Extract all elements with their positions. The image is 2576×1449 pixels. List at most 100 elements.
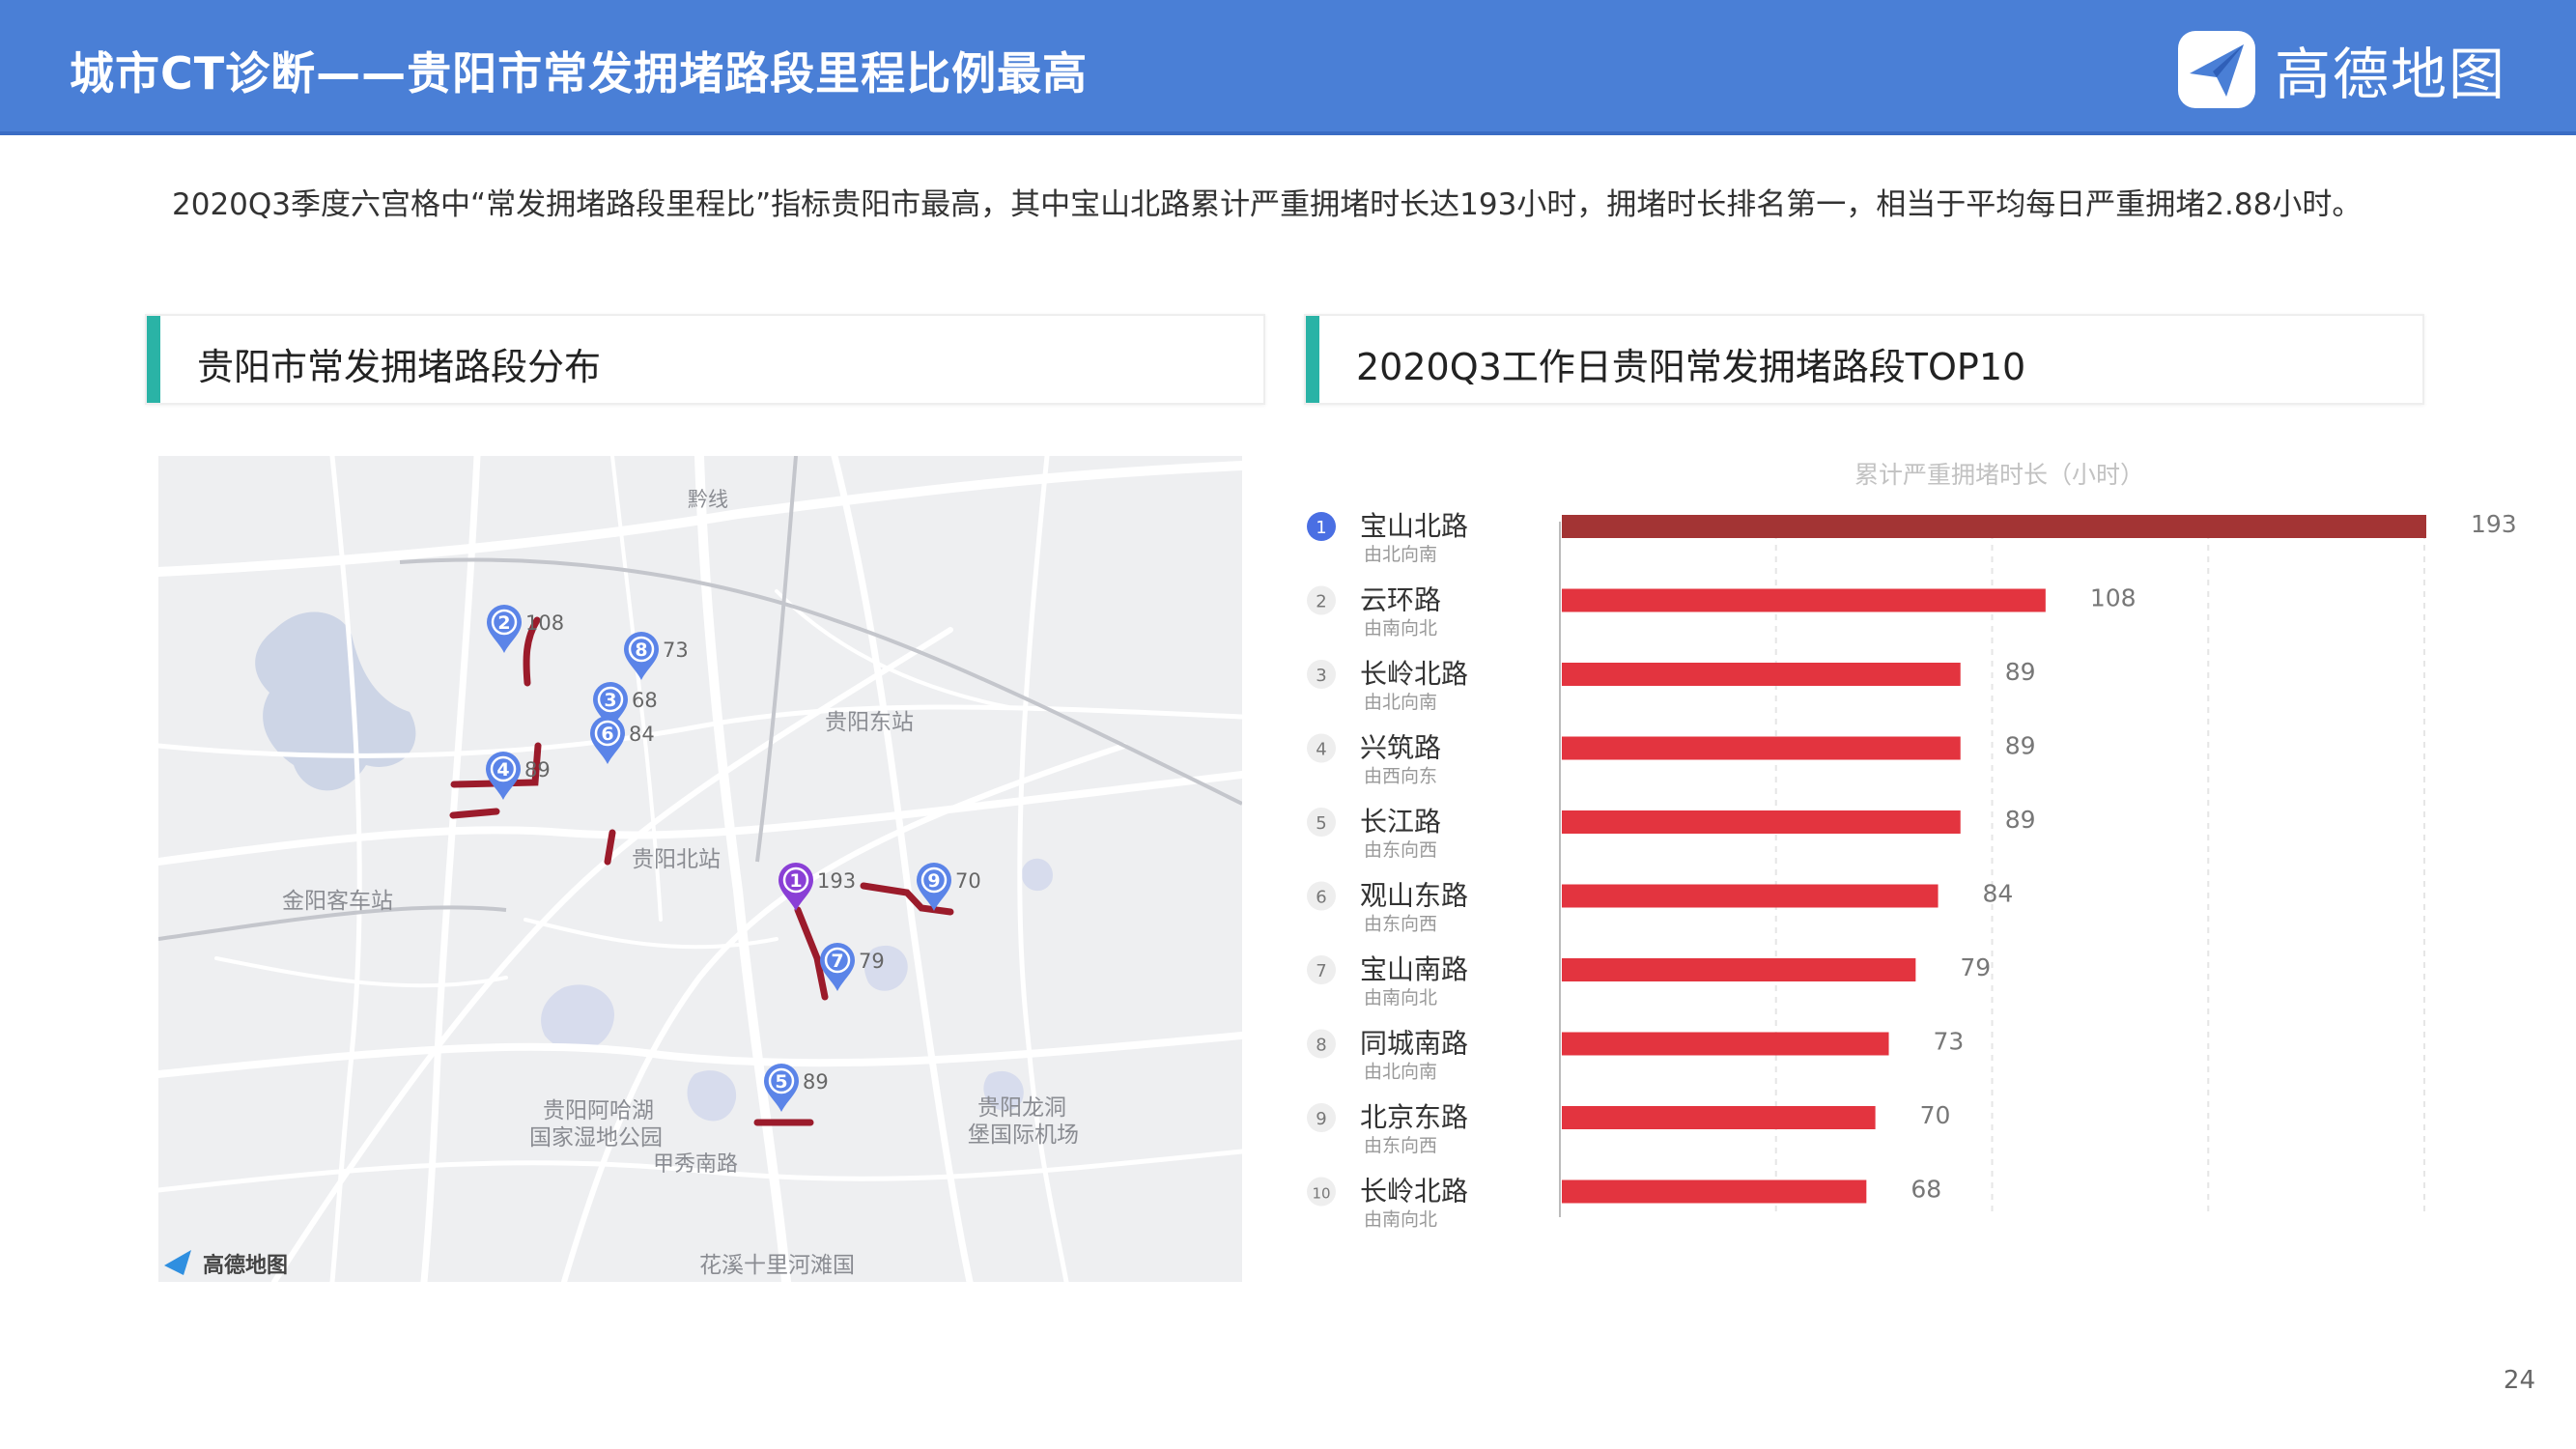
map-pin[interactable]: 9 70 [917,863,981,911]
rank-number: 5 [1316,813,1326,834]
chart-row: 3 长岭北路由北向南 89 [1307,658,2036,713]
pin-value: 70 [955,869,981,893]
chart-row: 7 宝山南路由南向北 79 [1307,953,1991,1009]
amap-logo-icon [2177,31,2255,108]
pin-value: 108 [525,611,564,635]
value-label: 89 [2005,806,2036,834]
section-accent-bar [1306,316,1319,403]
bar [1562,958,1916,981]
direction-label: 由东向西 [1364,914,1437,935]
category-label: 同城南路 [1360,1028,1468,1060]
value-label: 108 [2090,584,2137,612]
lake-shape [1021,858,1053,892]
value-label: 89 [2005,658,2036,686]
value-label: 68 [1911,1176,1941,1204]
map-pin[interactable]: 1 193 [778,863,856,911]
pin-value: 84 [629,723,655,746]
value-label: 84 [1983,880,2014,908]
category-label: 长江路 [1360,806,1441,838]
direction-label: 由东向西 [1364,1135,1437,1156]
rank-number: 2 [1316,592,1326,612]
label-jinyang-bus: 金阳客车站 [282,889,393,914]
right-section-title: 2020Q3工作日贵阳常发拥堵路段TOP10 [1356,346,2026,388]
rank-number: 6 [1316,888,1326,908]
value-label: 193 [2471,510,2517,538]
pin-rank: 2 [497,612,510,634]
direction-label: 由北向南 [1364,1062,1437,1083]
amap-watermark-icon [164,1250,191,1275]
chart-axis-title: 累计严重拥堵时长（小时） [1854,461,2144,489]
congestion-map[interactable]: 贵阳东站 贵阳北站 金阳客车站 贵阳阿哈湖 国家湿地公园 贵阳龙洞 堡国际机场 … [158,456,1242,1282]
label-airport-2: 堡国际机场 [968,1122,1079,1148]
lake-shape [255,611,416,791]
rank-number: 9 [1316,1109,1326,1129]
chart-row: 9 北京东路由东向西 70 [1307,1101,1950,1156]
bar [1562,1179,1867,1204]
map-canvas: 贵阳东站 贵阳北站 金阳客车站 贵阳阿哈湖 国家湿地公园 贵阳龙洞 堡国际机场 … [158,456,1242,1282]
category-label: 北京东路 [1360,1101,1468,1133]
left-section-title: 贵阳市常发拥堵路段分布 [197,346,602,388]
chart-row: 5 长江路由东向西 89 [1307,806,2036,861]
map-pin[interactable]: 4 89 [486,752,551,800]
summary-text: 2020Q3季度六宫格中“常发拥堵路段里程比”指标贵阳市最高，其中宝山北路累计严… [172,187,2363,222]
value-label: 73 [1934,1028,1965,1056]
header-bar: 城市CT诊断——贵阳市常发拥堵路段里程比例最高 高德地图 [0,0,2576,135]
map-pin[interactable]: 8 73 [624,632,689,680]
rank-number: 10 [1312,1185,1330,1203]
pin-rank: 7 [831,951,843,972]
rank-number: 8 [1316,1036,1326,1056]
page-title: 城市CT诊断——贵阳市常发拥堵路段里程比例最高 [70,47,1089,99]
label-guiyang-east: 贵阳东站 [825,710,914,735]
value-label: 89 [2005,732,2036,760]
category-label: 长岭北路 [1360,1176,1468,1208]
right-section-header: 2020Q3工作日贵阳常发拥堵路段TOP10 [1304,314,2424,405]
bar [1562,663,1961,686]
chart-row: 2 云环路由南向北 108 [1307,584,2137,639]
page-number: 24 [2503,1366,2535,1395]
bar [1562,1032,1889,1056]
direction-label: 由西向东 [1364,766,1437,787]
bar [1562,736,1961,760]
label-guiyang-north: 贵阳北站 [632,847,721,872]
bar [1562,884,1939,908]
lake-shape [687,1070,737,1122]
rank-number: 4 [1316,740,1326,760]
label-ahahu-1: 贵阳阿哈湖 [543,1098,654,1123]
svg-text:高德地图: 高德地图 [203,1253,288,1278]
pin-value: 68 [632,689,658,712]
pin-value: 89 [803,1070,829,1094]
pin-value: 73 [663,639,689,662]
bar [1562,1106,1876,1129]
label-bottom: 花溪十里河滩国 [699,1253,855,1278]
pin-rank: 5 [775,1071,787,1093]
direction-label: 由南向北 [1364,618,1437,639]
chart-canvas: 累计严重拥堵时长（小时） 1 宝山北路由北向南1932 云环路由南向北1083 长岭北… [1307,461,2517,1231]
pin-rank: 6 [601,724,613,745]
bar [1562,588,2046,612]
category-label: 宝山南路 [1360,953,1468,985]
label-ahahu-2: 国家湿地公园 [529,1125,663,1151]
rank-number: 3 [1316,666,1326,686]
chart-row: 6 观山东路由东向西 84 [1307,880,2013,935]
pin-rank: 8 [635,639,647,661]
bar [1562,515,2426,538]
chart-row: 8 同城南路由北向南 73 [1307,1028,1964,1083]
category-label: 宝山北路 [1360,510,1468,542]
map-pin[interactable]: 5 89 [764,1064,829,1112]
chart-rows: 1 宝山北路由北向南1932 云环路由南向北1083 长岭北路由北向南894 兴筑路由西… [1307,510,2517,1231]
pin-value: 89 [524,758,551,781]
category-label: 长岭北路 [1360,658,1468,690]
direction-label: 由东向西 [1364,839,1437,861]
value-label: 70 [1920,1101,1951,1129]
label-jiaxiu: 甲秀南路 [653,1152,738,1177]
brand: 高德地图 [2176,29,2506,110]
left-section-header: 贵阳市常发拥堵路段分布 [145,314,1265,405]
chart-row: 1 宝山北路由北向南 193 [1307,510,2517,565]
pin-rank: 3 [604,690,616,711]
direction-label: 由北向南 [1364,692,1437,713]
value-label: 79 [1960,953,1991,981]
bar [1562,810,1961,834]
label-airport-1: 贵阳龙洞 [977,1095,1066,1121]
category-label: 观山东路 [1360,880,1468,912]
pin-rank: 1 [789,870,802,892]
